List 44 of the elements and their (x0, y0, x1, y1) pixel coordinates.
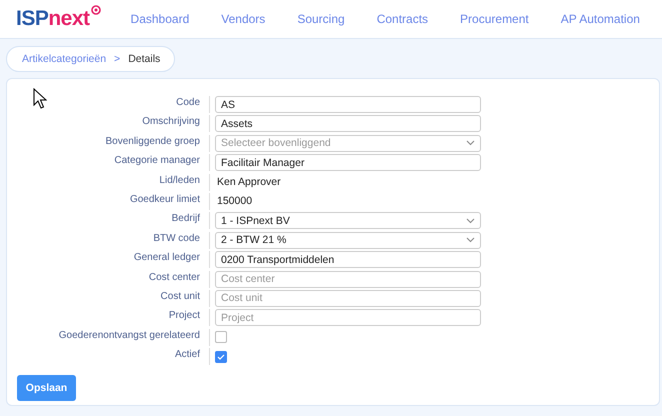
select-field[interactable]: Selecteer bovenliggend (215, 134, 481, 152)
field-label: Project (7, 309, 210, 326)
field-value: 150000 (216, 195, 252, 208)
chevron-icon (466, 237, 475, 244)
checkbox[interactable] (215, 350, 227, 363)
field-label: Goedkeur limiet (7, 192, 210, 210)
select-field[interactable]: 2 - BTW 21 % (215, 232, 481, 249)
field-label: Cost center (7, 270, 210, 288)
chevron-icon (466, 140, 475, 146)
field-label: Omschrijving (7, 115, 210, 132)
breadcrumb-link[interactable]: Artikelcategorieën (22, 53, 106, 65)
nav-link[interactable]: Dashboard (114, 12, 206, 26)
input-field[interactable]: Cost center (215, 270, 481, 288)
field-label: Code (7, 96, 210, 113)
save-button[interactable]: Opslaan (17, 375, 76, 402)
nav-link[interactable]: Contracts (360, 12, 444, 26)
chevron-icon (466, 218, 475, 224)
checkmark-icon (217, 354, 225, 360)
input-field[interactable]: Assets (215, 115, 481, 132)
select-field[interactable]: 1 - ISPnext BV (215, 212, 481, 230)
nav-link[interactable]: Sourcing (281, 12, 361, 26)
field-label: General ledger (7, 251, 210, 268)
field-label: Categorie manager (7, 154, 210, 172)
field-label: Bovenliggende groep (7, 134, 210, 152)
breadcrumb-current: Details (128, 53, 160, 65)
field-value: Ken Approver (216, 176, 281, 188)
nav-link[interactable]: Procurement (444, 12, 545, 26)
field-label: Goederenontvangst gerelateerd (7, 328, 210, 346)
field-label: BTW code (7, 232, 210, 249)
nav-link[interactable]: Vendors (205, 12, 282, 26)
field-label: Lid/leden (7, 174, 210, 191)
field-label: Actief (7, 348, 210, 366)
input-field[interactable]: Project (215, 309, 481, 326)
input-field[interactable]: 0200 Transportmiddelen (215, 251, 481, 268)
checkbox[interactable] (215, 331, 227, 344)
breadcrumb-separator: > (114, 53, 120, 65)
input-field[interactable]: AS (215, 96, 481, 113)
field-label: Bedrijf (7, 212, 210, 230)
field-label: Cost unit (7, 290, 210, 307)
input-field[interactable]: Cost unit (215, 290, 481, 307)
logo[interactable]: ISPnext (16, 5, 101, 33)
nav-link[interactable]: AP Automation (544, 12, 656, 26)
mouse-pointer-icon (33, 88, 47, 109)
input-field[interactable]: Facilitair Manager (215, 154, 481, 172)
